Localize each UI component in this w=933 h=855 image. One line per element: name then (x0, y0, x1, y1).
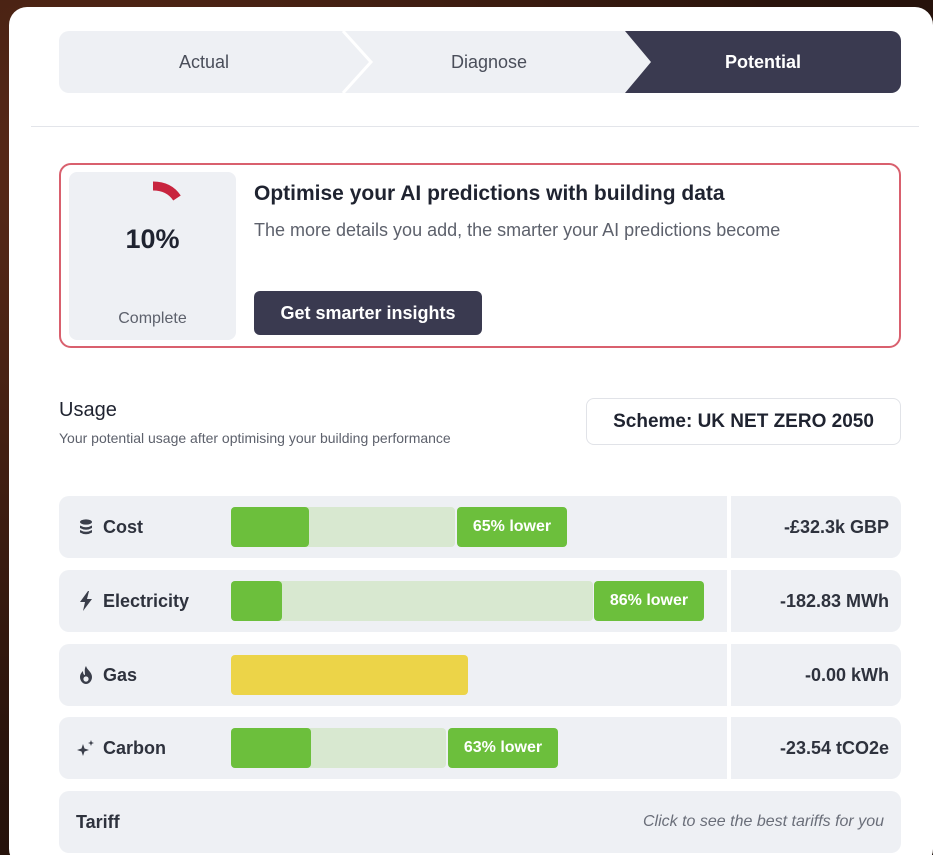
usage-bar-fill (231, 507, 309, 547)
usage-value-gas: -0.00 kWh (731, 644, 901, 706)
usage-row-label: Gas (103, 664, 138, 685)
potential-panel: Actual Diagnose Potential 10% Complete O… (9, 7, 933, 855)
reduction-badge: 63% lower (448, 728, 558, 768)
progress-gauge-icon (152, 181, 181, 201)
tariff-hint-link[interactable]: Click to see the best tariffs for you (643, 791, 884, 853)
reduction-badge: 86% lower (594, 581, 704, 621)
usage-value-electricity: -182.83 MWh (731, 570, 901, 632)
scheme-selector[interactable]: Scheme: UK NET ZERO 2050 (586, 398, 901, 445)
usage-title: Usage (59, 399, 117, 421)
usage-row-label: Electricity (103, 590, 190, 611)
completion-percent: 10% (125, 224, 180, 254)
usage-bar-track (231, 581, 593, 621)
tariff-label: Tariff (76, 811, 120, 832)
flame-icon (76, 666, 96, 684)
usage-value-cost: -£32.3k GBP (731, 496, 901, 558)
usage-row-gas: Gas (59, 644, 727, 706)
usage-value-carbon: -23.54 tCO2e (731, 717, 901, 779)
usage-bar-fill (231, 581, 282, 621)
step-actual[interactable]: Actual (59, 31, 349, 93)
step-diagnose[interactable]: Diagnose (349, 31, 629, 93)
completion-progress: 10% Complete (69, 172, 236, 340)
stepper: Actual Diagnose Potential (59, 31, 901, 93)
usage-subtitle: Your potential usage after optimising yo… (59, 430, 451, 446)
get-smarter-insights-button[interactable]: Get smarter insights (254, 291, 482, 335)
ai-card-subtitle: The more details you add, the smarter yo… (254, 220, 781, 240)
usage-row-electricity: Electricity 86% lower (59, 570, 727, 632)
usage-bar-fill (231, 728, 311, 768)
usage-row-label: Carbon (103, 737, 166, 758)
coins-icon (76, 518, 96, 536)
usage-row-carbon: Carbon 63% lower (59, 717, 727, 779)
completion-caption: Complete (118, 310, 187, 327)
usage-row-label: Cost (103, 516, 143, 537)
usage-bar-gas (231, 655, 468, 695)
lightning-icon (76, 591, 96, 611)
tariff-row[interactable]: Tariff Click to see the best tariffs for… (59, 791, 901, 853)
sparkle-icon (76, 739, 96, 757)
step-potential-label: Potential (724, 51, 801, 72)
ai-card-title: Optimise your AI predictions with buildi… (254, 182, 725, 205)
divider (31, 126, 919, 127)
ai-prediction-card: 10% Complete Optimise your AI prediction… (59, 163, 901, 348)
step-diagnose-label: Diagnose (450, 51, 528, 72)
step-potential[interactable]: Potential (625, 31, 901, 93)
step-actual-label: Actual (178, 51, 230, 72)
usage-row-cost: Cost 65% lower (59, 496, 727, 558)
reduction-badge: 65% lower (457, 507, 567, 547)
